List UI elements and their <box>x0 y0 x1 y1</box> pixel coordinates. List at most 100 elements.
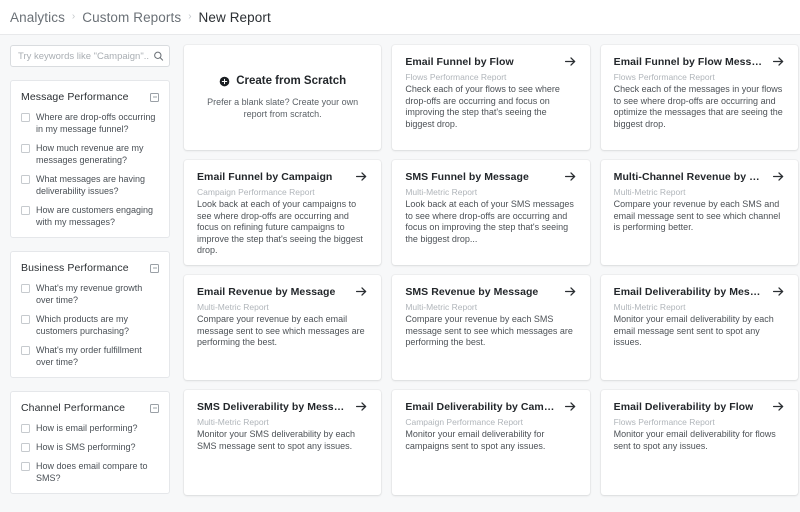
report-template-card[interactable]: Email Funnel by Flow Flows Performance Re… <box>392 45 589 150</box>
card-description: Look back at each of your SMS messages t… <box>405 199 576 245</box>
card-subtitle: Campaign Performance Report <box>197 187 368 198</box>
sidebar-group-header[interactable]: Message Performance <box>21 91 159 103</box>
sidebar-question-item[interactable]: How is SMS performing? <box>21 441 159 453</box>
card-title-row: Email Deliverability by Flow <box>614 401 785 414</box>
sidebar-group-title: Channel Performance <box>21 402 125 414</box>
card-title-row: SMS Revenue by Message <box>405 286 576 299</box>
question-checkbox[interactable] <box>21 462 30 471</box>
arrow-right-icon[interactable] <box>772 170 785 183</box>
scratch-header: Create from Scratch <box>219 75 346 87</box>
breadcrumb: Analytics›Custom Reports›New Report <box>10 10 271 25</box>
question-checkbox[interactable] <box>21 144 30 153</box>
sidebar-group: Channel Performance How is email performi… <box>10 391 170 494</box>
card-subtitle: Multi-Metric Report <box>405 187 576 198</box>
question-checkbox[interactable] <box>21 175 30 184</box>
page-body: Message Performance Where are drop-offs o… <box>0 35 800 512</box>
sidebar-question-item[interactable]: How does email compare to SMS? <box>21 460 159 484</box>
card-subtitle: Multi-Metric Report <box>405 302 576 313</box>
search-field-wrapper <box>10 45 170 67</box>
question-checkbox[interactable] <box>21 206 30 215</box>
report-template-card[interactable]: Email Deliverability by MessageMulti-Met… <box>601 275 798 380</box>
card-description: Monitor your email deliverability for ca… <box>405 429 576 452</box>
card-title: Email Deliverability by Campaign <box>405 401 557 414</box>
arrow-right-icon[interactable] <box>772 55 785 68</box>
sidebar-group: Message Performance Where are drop-offs o… <box>10 80 170 238</box>
card-description: Check each of your flows to see where dr… <box>405 84 576 130</box>
sidebar-question-item[interactable]: Where are drop-offs occurring in my mess… <box>21 111 159 135</box>
card-subtitle: Multi-Metric Report <box>614 187 785 198</box>
card-title-row: Email Deliverability by Campaign <box>405 401 576 414</box>
collapse-minus-icon[interactable] <box>150 93 159 102</box>
report-template-card[interactable]: Email Deliverability by Campaign Campaign… <box>392 390 589 495</box>
sidebar-question-item[interactable]: What messages are having deliverability … <box>21 173 159 197</box>
arrow-right-icon[interactable] <box>564 400 577 413</box>
card-title: Email Funnel by Flow Message <box>614 56 766 69</box>
card-description: Monitor your email deliverability for fl… <box>614 429 785 452</box>
sidebar-group-title: Message Performance <box>21 91 129 103</box>
search-input[interactable] <box>10 45 170 67</box>
collapse-minus-icon[interactable] <box>150 404 159 413</box>
card-title-row: SMS Deliverability by Message <box>197 401 368 414</box>
card-title: Email Deliverability by Message <box>614 286 766 299</box>
question-label: What's my revenue growth over time? <box>36 282 159 306</box>
arrow-right-icon[interactable] <box>564 55 577 68</box>
plus-circle-icon <box>219 76 230 87</box>
card-title: SMS Funnel by Message <box>405 171 529 184</box>
card-subtitle: Campaign Performance Report <box>405 417 576 428</box>
report-template-card[interactable]: Email Deliverability by FlowFlows Perfor… <box>601 390 798 495</box>
card-title-row: Email Funnel by Flow <box>405 56 576 69</box>
arrow-right-icon[interactable] <box>564 285 577 298</box>
card-title: Email Funnel by Campaign <box>197 171 332 184</box>
create-from-scratch-card[interactable]: Create from ScratchPrefer a blank slate?… <box>184 45 381 150</box>
collapse-minus-icon[interactable] <box>150 264 159 273</box>
sidebar-question-item[interactable]: How are customers engaging with my messa… <box>21 204 159 228</box>
question-checkbox[interactable] <box>21 113 30 122</box>
report-template-card[interactable]: SMS Funnel by Message Multi-Metric Report… <box>392 160 589 265</box>
report-template-card[interactable]: SMS Deliverability by MessageMulti-Metri… <box>184 390 381 495</box>
arrow-right-icon[interactable] <box>355 170 368 183</box>
sidebar-question-item[interactable]: Which products are my customers purchasi… <box>21 313 159 337</box>
search-icon[interactable] <box>153 51 164 62</box>
card-description: Compare your revenue by each email messa… <box>197 314 368 349</box>
sidebar-group-header[interactable]: Business Performance <box>21 262 159 274</box>
question-label: What messages are having deliverability … <box>36 173 159 197</box>
sidebar-question-item[interactable]: How is email performing? <box>21 422 159 434</box>
sidebar-question-item[interactable]: What's my order fulfillment over time? <box>21 344 159 368</box>
card-description: Compare your revenue by each SMS and ema… <box>614 199 785 234</box>
arrow-right-icon[interactable] <box>355 400 368 413</box>
question-label: Where are drop-offs occurring in my mess… <box>36 111 159 135</box>
sidebar-group: Business Performance What's my revenue gr… <box>10 251 170 378</box>
report-template-card[interactable]: Multi-Channel Revenue by Mess... Multi-Me… <box>601 160 798 265</box>
breadcrumb-bar: Analytics›Custom Reports›New Report <box>0 0 800 35</box>
arrow-right-icon[interactable] <box>772 400 785 413</box>
arrow-right-icon[interactable] <box>564 170 577 183</box>
report-template-card[interactable]: Email Revenue by MessageMulti-Metric Rep… <box>184 275 381 380</box>
breadcrumb-item-2[interactable]: Custom Reports <box>82 10 181 25</box>
question-checkbox[interactable] <box>21 424 30 433</box>
question-checkbox[interactable] <box>21 443 30 452</box>
arrow-right-icon[interactable] <box>772 285 785 298</box>
breadcrumb-separator-icon: › <box>72 12 75 22</box>
question-checkbox[interactable] <box>21 346 30 355</box>
card-description: Look back at each of your campaigns to s… <box>197 199 368 257</box>
sidebar-group-header[interactable]: Channel Performance <box>21 402 159 414</box>
card-title: Multi-Channel Revenue by Mess... <box>614 171 766 184</box>
sidebar-group-title: Business Performance <box>21 262 129 274</box>
card-title-row: Email Funnel by Flow Message <box>614 56 785 69</box>
sidebar-question-item[interactable]: What's my revenue growth over time? <box>21 282 159 306</box>
report-template-card[interactable]: Email Funnel by Campaign Campaign Perform… <box>184 160 381 265</box>
report-template-area: Create from ScratchPrefer a blank slate?… <box>180 35 800 512</box>
breadcrumb-item-1[interactable]: Analytics <box>10 10 65 25</box>
sidebar-question-item[interactable]: How much revenue are my messages generat… <box>21 142 159 166</box>
card-description: Compare your revenue by each SMS message… <box>405 314 576 349</box>
report-template-card[interactable]: Email Funnel by Flow MessageFlows Perfor… <box>601 45 798 150</box>
report-template-card[interactable]: SMS Revenue by Message Multi-Metric Repor… <box>392 275 589 380</box>
breadcrumb-separator-icon: › <box>188 12 191 22</box>
card-subtitle: Flows Performance Report <box>405 72 576 83</box>
question-checkbox[interactable] <box>21 315 30 324</box>
sidebar-groups: Message Performance Where are drop-offs o… <box>10 80 170 494</box>
question-checkbox[interactable] <box>21 284 30 293</box>
question-label: Which products are my customers purchasi… <box>36 313 159 337</box>
card-description: Monitor your email deliverability by eac… <box>614 314 785 349</box>
arrow-right-icon[interactable] <box>355 285 368 298</box>
